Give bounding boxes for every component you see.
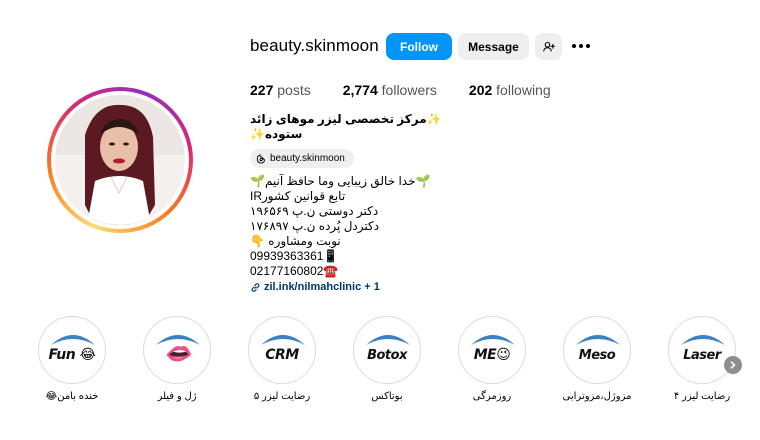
brow-arc-graphic xyxy=(51,335,95,345)
chevron-right-icon xyxy=(730,361,736,369)
highlight-cover-text: Meso xyxy=(578,347,616,363)
highlight-item[interactable]: CRM رضایت لیزر ۵ xyxy=(246,316,318,402)
profile-stats: 227 posts 2,774 followers 202 following xyxy=(250,82,583,98)
highlight-label: رضایت لیزر ۵ xyxy=(253,391,311,402)
link-icon xyxy=(251,283,260,292)
more-horizontal-icon xyxy=(572,44,576,48)
highlight-label: رضایت لیزر ۴ xyxy=(673,391,731,402)
highlight-cover-text: ME😉 xyxy=(473,347,511,363)
following-stat[interactable]: 202 following xyxy=(469,82,551,98)
suggest-users-button[interactable] xyxy=(535,33,562,60)
highlight-cover-text: Laser xyxy=(683,347,721,363)
more-options-button[interactable] xyxy=(570,38,592,54)
bio-line: نوبت ومشاوره 👇 xyxy=(250,234,341,248)
highlight-cover: 👄 xyxy=(143,316,211,384)
person-add-icon xyxy=(542,41,555,52)
highlight-cover-text: CRM xyxy=(265,347,299,363)
highlight-label: بوتاکس xyxy=(371,391,403,402)
bio-phone: 02177160802☎️ xyxy=(250,264,339,278)
highlight-label: خنده بامن😂 xyxy=(45,391,99,402)
highlight-label: روزمرگی xyxy=(472,391,512,402)
bio-link-text: zil.ink/nilmahclinic + 1 xyxy=(264,281,380,293)
story-highlights: Fun 😂 خنده بامن😂 👄 ژل و فیلر CRM رضایت ل… xyxy=(36,316,756,426)
brow-arc-graphic xyxy=(156,335,200,345)
follow-button[interactable]: Follow xyxy=(386,33,452,60)
bio-phone: 09939363361📱 xyxy=(250,249,339,263)
profile-avatar[interactable] xyxy=(47,87,193,233)
highlight-cover-text: Fun 😂 xyxy=(48,347,96,363)
highlight-cover: CRM xyxy=(248,316,316,384)
threads-icon xyxy=(256,153,265,164)
message-button[interactable]: Message xyxy=(458,33,529,60)
bio-line: تابع قوانین کشورIR xyxy=(250,189,346,203)
highlight-cover-text: Botox xyxy=(367,347,407,363)
highlight-item[interactable]: Botox بوتاکس xyxy=(351,316,423,402)
brow-arc-graphic xyxy=(261,335,305,345)
avatar-photo xyxy=(55,95,185,225)
highlight-item[interactable]: ME😉 روزمرگی xyxy=(456,316,528,402)
highlight-cover: ME😉 xyxy=(458,316,526,384)
brow-arc-graphic xyxy=(471,335,515,345)
highlight-item[interactable]: Meso مزوژل،مزوترابی xyxy=(561,316,633,402)
bio-line: دکتر دوستی ن.پ ۱۹۶۵۶۹ xyxy=(250,204,379,218)
profile-username: beauty.skinmoon xyxy=(250,36,379,55)
posts-stat: 227 posts xyxy=(250,82,311,98)
bio-line: 🌱خدا خالق زیبایی وما حافظ آنیم🌱 xyxy=(250,174,431,188)
bio-link[interactable]: zil.ink/nilmahclinic + 1 xyxy=(250,280,510,295)
bio-line: دکتردل پُرده ن.پ ۱۷۶۸۹۷ xyxy=(250,219,380,233)
brow-arc-graphic xyxy=(576,335,620,345)
highlight-item[interactable]: Fun 😂 خنده بامن😂 xyxy=(36,316,108,402)
brow-arc-graphic xyxy=(681,335,725,345)
highlight-cover: Laser xyxy=(668,316,736,384)
brow-arc-graphic xyxy=(366,335,410,345)
highlight-cover: Botox xyxy=(353,316,421,384)
highlight-label: مزوژل،مزوترابی xyxy=(562,391,632,402)
bio-title: ✨مرکز تخصصی لیزر موهای زائد ستوده✨ xyxy=(250,112,442,141)
highlights-next-button[interactable] xyxy=(724,356,742,374)
threads-handle: beauty.skinmoon xyxy=(270,153,345,164)
followers-stat[interactable]: 2,774 followers xyxy=(343,82,437,98)
highlight-item[interactable]: 👄 ژل و فیلر xyxy=(141,316,213,402)
highlight-cover: Fun 😂 xyxy=(38,316,106,384)
highlight-label: ژل و فیلر xyxy=(157,391,197,402)
threads-badge[interactable]: beauty.skinmoon xyxy=(250,149,354,168)
highlight-cover: Meso xyxy=(563,316,631,384)
profile-bio: ✨مرکز تخصصی لیزر موهای زائد ستوده✨ beaut… xyxy=(250,112,510,295)
